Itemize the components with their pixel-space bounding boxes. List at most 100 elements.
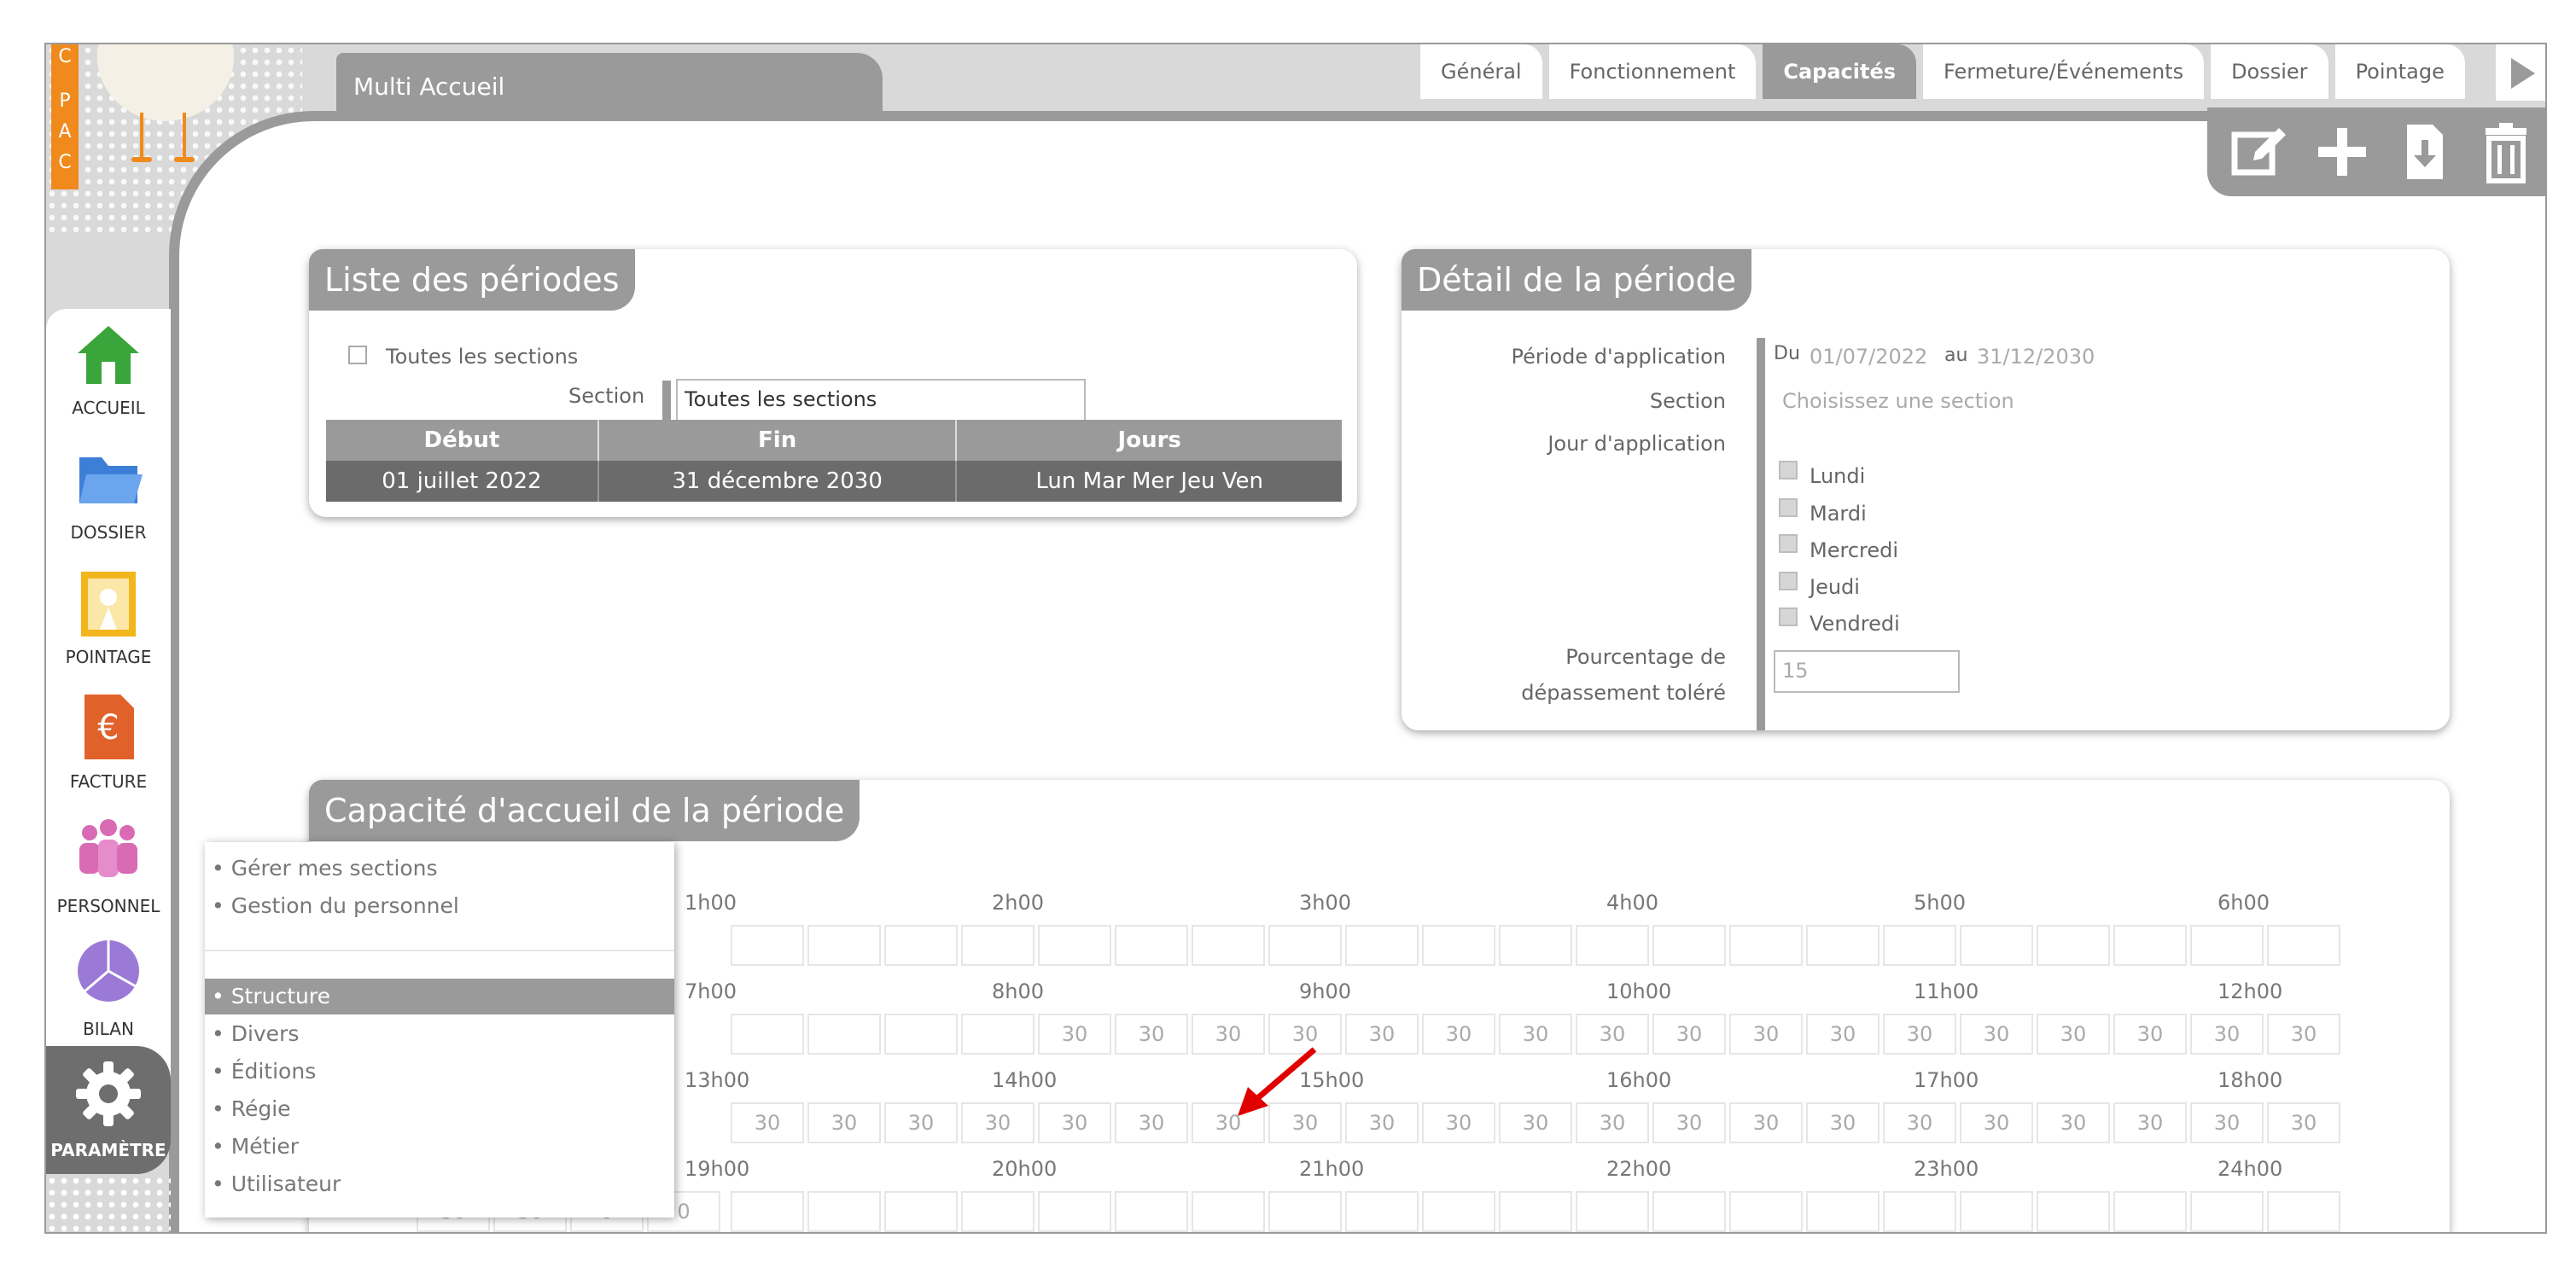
tabs-next-arrow[interactable] xyxy=(2496,44,2545,101)
capacity-cell[interactable]: 30 xyxy=(1345,1102,1419,1143)
capacity-cell[interactable] xyxy=(961,1014,1034,1055)
capacity-cell[interactable] xyxy=(2267,1191,2340,1232)
capacity-cell[interactable] xyxy=(1652,925,1726,966)
capacity-cell[interactable]: 30 xyxy=(1038,1014,1111,1055)
capacity-cell[interactable] xyxy=(884,1191,958,1232)
checkbox-vendredi[interactable] xyxy=(1779,607,1798,626)
capacity-cell[interactable] xyxy=(2113,925,2187,966)
capacity-cell[interactable]: 30 xyxy=(1960,1014,2033,1055)
menu-item-utilisateur[interactable]: • Utilisateur xyxy=(205,1166,674,1202)
capacity-cell[interactable] xyxy=(1576,925,1649,966)
capacity-cell[interactable] xyxy=(1115,1191,1188,1232)
capacity-cell[interactable] xyxy=(1268,925,1342,966)
capacity-cell[interactable] xyxy=(1499,1191,1572,1232)
sidebar-item-dossier[interactable] xyxy=(46,445,171,565)
table-row[interactable]: 01 juillet 2022 31 décembre 2030 Lun Mar… xyxy=(326,461,1342,502)
date-from[interactable]: 01/07/2022 xyxy=(1810,345,1927,369)
menu-item-regie[interactable]: • Régie xyxy=(205,1091,674,1127)
section-select[interactable]: Choisissez une section xyxy=(1782,389,2014,413)
capacity-cell[interactable]: 30 xyxy=(1115,1102,1188,1143)
menu-item-gerer-sections[interactable]: • Gérer mes sections xyxy=(205,851,674,886)
menu-item-divers[interactable]: • Divers xyxy=(205,1016,674,1052)
capacity-cell[interactable]: 30 xyxy=(1806,1102,1880,1143)
capacity-cell[interactable]: 30 xyxy=(1806,1014,1880,1055)
capacity-cell[interactable] xyxy=(1652,1191,1726,1232)
capacity-cell[interactable]: 30 xyxy=(2267,1014,2340,1055)
capacity-cell[interactable] xyxy=(1268,1191,1342,1232)
menu-item-editions[interactable]: • Éditions xyxy=(205,1054,674,1090)
capacity-cell[interactable] xyxy=(1345,1191,1419,1232)
checkbox-lundi[interactable] xyxy=(1779,461,1798,480)
tab-fonctionnement[interactable]: Fonctionnement xyxy=(1548,44,1757,99)
checkbox-mardi[interactable] xyxy=(1779,498,1798,517)
sidebar-item-accueil[interactable] xyxy=(46,321,171,440)
trash-icon[interactable] xyxy=(2472,119,2540,184)
capacity-cell[interactable] xyxy=(961,1191,1034,1232)
capacity-cell[interactable] xyxy=(1729,925,1803,966)
menu-item-gestion-personnel[interactable]: • Gestion du personnel xyxy=(205,888,674,924)
capacity-cell[interactable]: 30 xyxy=(2267,1102,2340,1143)
capacity-cell[interactable]: 30 xyxy=(2113,1014,2187,1055)
tolerance-input[interactable]: 15 xyxy=(1774,650,1960,693)
capacity-cell[interactable]: 30 xyxy=(1422,1102,1495,1143)
capacity-cell[interactable] xyxy=(731,925,804,966)
date-to[interactable]: 31/12/2030 xyxy=(1977,345,2095,369)
checkbox-jeudi[interactable] xyxy=(1779,572,1798,590)
sidebar-item-parametre[interactable] xyxy=(46,1060,171,1179)
capacity-cell[interactable]: 30 xyxy=(1499,1102,1572,1143)
section-select[interactable]: Toutes les sections xyxy=(676,379,1086,421)
tab-fermeture-evenements[interactable]: Fermeture/Événements xyxy=(1923,44,2205,99)
capacity-cell[interactable] xyxy=(1192,925,1265,966)
capacity-cell[interactable] xyxy=(1960,925,2033,966)
capacity-cell[interactable] xyxy=(884,925,958,966)
capacity-cell[interactable] xyxy=(807,1014,881,1055)
checkbox-mercredi[interactable] xyxy=(1779,534,1798,553)
capacity-cell[interactable]: 30 xyxy=(1422,1014,1495,1055)
tab-pointage[interactable]: Pointage xyxy=(2334,44,2465,99)
capacity-cell[interactable] xyxy=(807,925,881,966)
capacity-cell[interactable]: 30 xyxy=(1499,1014,1572,1055)
tab-dossier[interactable]: Dossier xyxy=(2211,44,2328,99)
capacity-cell[interactable]: 30 xyxy=(2113,1102,2187,1143)
capacity-cell[interactable] xyxy=(1115,925,1188,966)
capacity-cell[interactable]: 30 xyxy=(731,1102,804,1143)
menu-item-metier[interactable]: • Métier xyxy=(205,1129,674,1165)
capacity-cell[interactable]: 30 xyxy=(1576,1102,1649,1143)
capacity-cell[interactable] xyxy=(2190,925,2264,966)
capacity-cell[interactable]: 30 xyxy=(807,1102,881,1143)
capacity-cell[interactable] xyxy=(1806,925,1880,966)
capacity-cell[interactable]: 30 xyxy=(1729,1014,1803,1055)
capacity-cell[interactable] xyxy=(1499,925,1572,966)
capacity-cell[interactable]: 30 xyxy=(2190,1102,2264,1143)
capacity-cell[interactable] xyxy=(807,1191,881,1232)
capacity-cell[interactable]: 30 xyxy=(1345,1014,1419,1055)
capacity-cell[interactable]: 30 xyxy=(2190,1014,2264,1055)
capacity-cell[interactable] xyxy=(731,1191,804,1232)
capacity-cell[interactable]: 30 xyxy=(1883,1102,1956,1143)
capacity-cell[interactable] xyxy=(1729,1191,1803,1232)
capacity-cell[interactable]: 30 xyxy=(1652,1014,1726,1055)
capacity-cell[interactable] xyxy=(961,925,1034,966)
capacity-cell[interactable]: 30 xyxy=(884,1102,958,1143)
sidebar-item-pointage[interactable] xyxy=(46,568,171,688)
capacity-cell[interactable]: 30 xyxy=(1115,1014,1188,1055)
capacity-cell[interactable] xyxy=(1883,925,1956,966)
capacity-cell[interactable] xyxy=(1038,925,1111,966)
capacity-cell[interactable]: 30 xyxy=(1960,1102,2033,1143)
capacity-cell[interactable] xyxy=(884,1014,958,1055)
edit-icon[interactable] xyxy=(2224,119,2293,184)
capacity-cell[interactable] xyxy=(731,1014,804,1055)
capacity-cell[interactable] xyxy=(1345,925,1419,966)
capacity-cell[interactable]: 30 xyxy=(1729,1102,1803,1143)
capacity-cell[interactable]: 30 xyxy=(2037,1102,2110,1143)
sidebar-item-facture[interactable]: € xyxy=(46,691,171,811)
capacity-cell[interactable]: 30 xyxy=(2037,1014,2110,1055)
capacity-cell[interactable] xyxy=(1883,1191,1956,1232)
capacity-cell[interactable] xyxy=(1038,1191,1111,1232)
download-file-icon[interactable] xyxy=(2390,119,2458,184)
capacity-cell[interactable] xyxy=(1576,1191,1649,1232)
plus-icon[interactable] xyxy=(2308,119,2376,184)
capacity-cell[interactable] xyxy=(2267,925,2340,966)
capacity-cell[interactable]: 30 xyxy=(1883,1014,1956,1055)
capacity-cell[interactable] xyxy=(2037,1191,2110,1232)
